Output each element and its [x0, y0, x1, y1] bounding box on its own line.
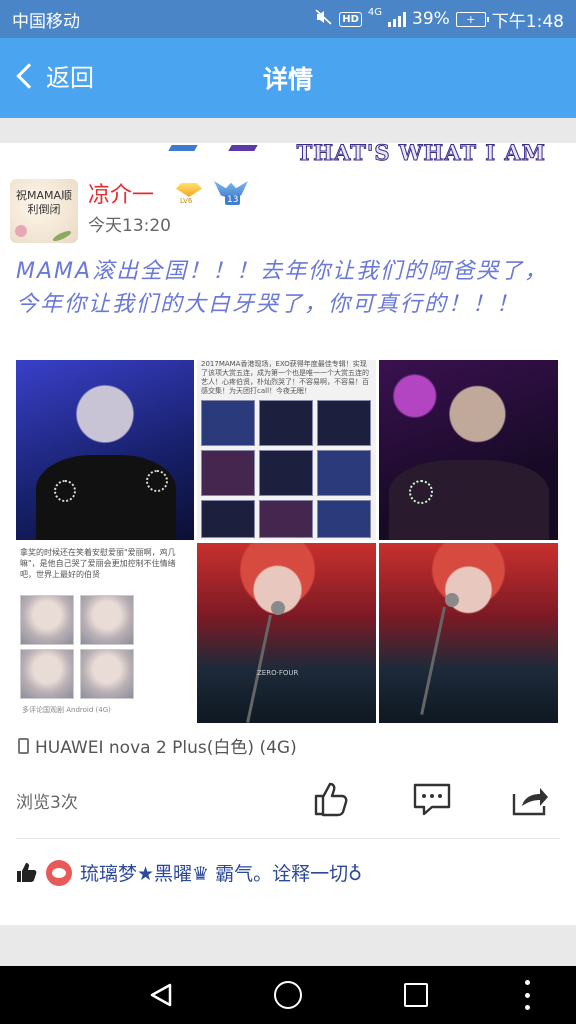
post-image-5[interactable]: ZERO·FOUR — [197, 543, 376, 723]
username[interactable]: 凉介一 — [88, 177, 154, 209]
avatar-text: 祝MAMA顺利倒闭 — [15, 189, 73, 216]
like-button[interactable] — [312, 780, 352, 818]
image-caption: 拿奖的时候还在笑着安慰爱丽"爱丽啊，鸡几嘛"，是他自己哭了爱丽会更加控制不住情绪… — [20, 548, 176, 579]
user-banner: THAT'S WHAT I AM — [160, 143, 576, 165]
device-info: HUAWEI nova 2 Plus(白色) (4G) — [18, 733, 297, 758]
post-content: MAMA滚出全国！！！去年你让我们的阿爸哭了，今年你让我们的大白牙哭了，你可真行… — [16, 259, 549, 317]
divider — [16, 838, 560, 839]
post-image-3[interactable] — [379, 360, 558, 540]
post-image-6[interactable] — [379, 543, 558, 723]
status-bar: 中国移动 HD 4G 39% + 下午1:48 — [0, 0, 576, 38]
view-count: 浏览3次 — [16, 793, 78, 813]
nav-home-icon[interactable] — [274, 981, 302, 1009]
post-card: THAT'S WHAT I AM 祝MAMA顺利倒闭 凉介一 LV6 13 今天… — [0, 143, 576, 925]
chevron-left-icon — [16, 62, 42, 89]
image-caption: 2017MAMA香港现场，EXO获得年度最佳专辑！实现了该项大赏五连，成为第一个… — [201, 360, 369, 395]
thumbs-up-icon — [17, 862, 37, 882]
level-badge-icon: LV6 — [174, 183, 204, 205]
image-grid: 2017MAMA香港现场，EXO获得年度最佳专辑！实现了该项大赏五连，成为第一个… — [16, 360, 560, 723]
carrier-label: 中国移动 — [12, 11, 80, 32]
comment-icon — [413, 783, 451, 816]
flower-decoration — [15, 225, 27, 237]
nav-recent-apps-icon[interactable] — [404, 983, 428, 1007]
comment-button[interactable] — [412, 780, 452, 818]
battery-icon: + — [455, 11, 489, 27]
back-button[interactable]: 返回 — [12, 58, 94, 93]
thumbs-up-icon — [314, 782, 348, 817]
wing-badge-icon: 13 — [214, 179, 248, 207]
top-navigation-bar: 返回 详情 — [0, 38, 576, 118]
post-image-1[interactable] — [16, 360, 194, 540]
battery-percent: 39% — [412, 9, 450, 29]
nav-more-icon[interactable] — [524, 980, 530, 1010]
status-icons: HD 4G 39% + 下午1:48 — [315, 7, 564, 32]
back-label: 返回 — [46, 64, 94, 92]
post-image-4[interactable]: 拿奖的时候还在笑着安慰爱丽"爱丽啊，鸡几嘛"，是他自己哭了爱丽会更加控制不住情绪… — [16, 543, 194, 723]
share-button[interactable] — [510, 780, 550, 818]
likes-row: 琉璃梦★黑曜♛ 霸气。诠释一切♁ — [16, 859, 362, 886]
post-time: 今天13:20 — [88, 216, 171, 236]
nav-back-icon[interactable] — [148, 982, 174, 1008]
post-image-2[interactable]: 2017MAMA香港现场，EXO获得年度最佳专辑！实现了该项大赏五连，成为第一个… — [197, 360, 376, 540]
mute-icon — [315, 9, 333, 29]
network-label: 4G — [367, 6, 383, 18]
leaf-decoration — [51, 229, 73, 243]
share-icon — [512, 788, 548, 816]
hd-icon: HD — [339, 11, 362, 27]
phone-icon — [18, 737, 29, 754]
clock: 下午1:48 — [491, 11, 564, 32]
system-navigation-bar — [0, 966, 576, 1024]
device-label: HUAWEI nova 2 Plus(白色) (4G) — [35, 738, 297, 758]
signal-icon — [388, 11, 407, 27]
page-title: 详情 — [262, 65, 313, 94]
banner-text: THAT'S WHAT I AM — [296, 143, 546, 165]
liker-names[interactable]: 琉璃梦★黑曜♛ 霸气。诠释一切♁ — [80, 859, 362, 886]
liker-avatar[interactable] — [46, 859, 72, 886]
user-avatar[interactable]: 祝MAMA顺利倒闭 — [10, 179, 78, 243]
